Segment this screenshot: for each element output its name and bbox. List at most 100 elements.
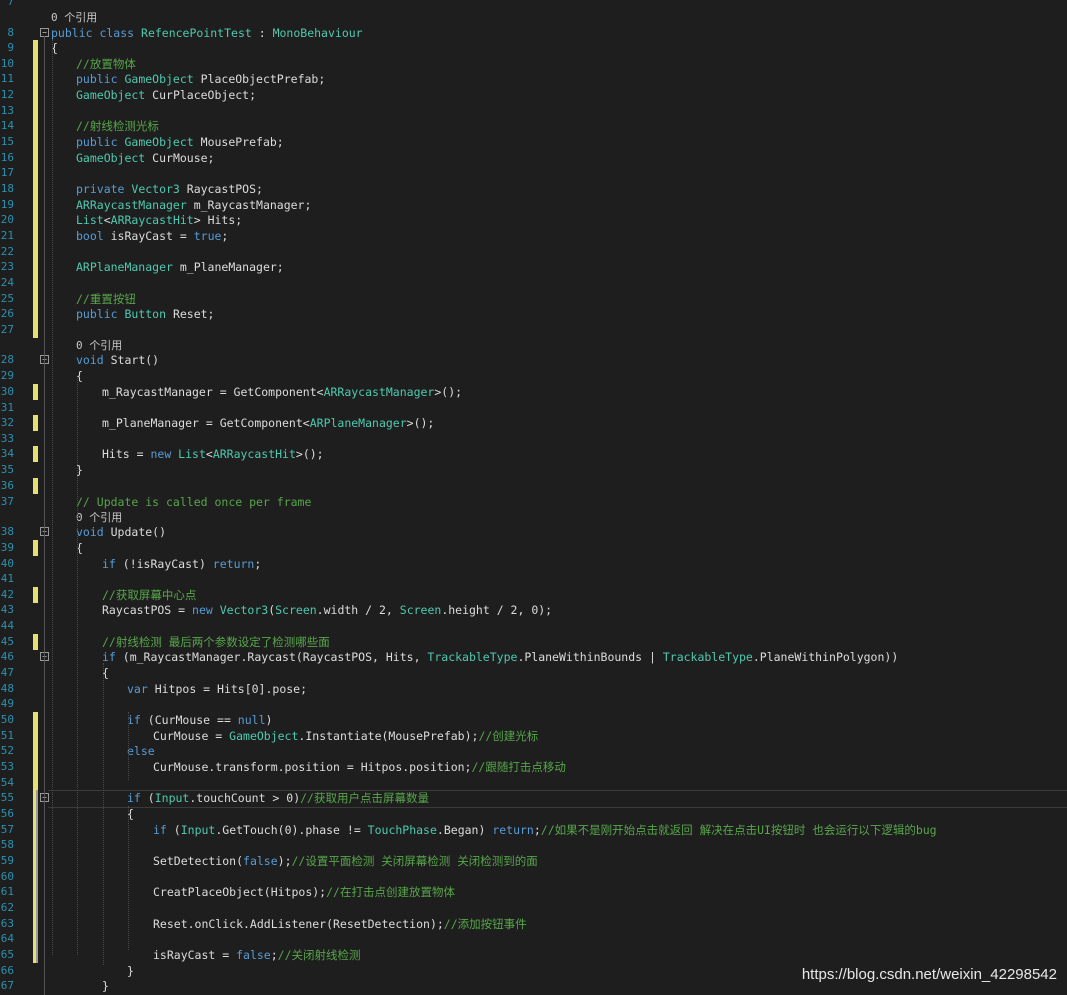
code-token: CurMouse.transform.position = Hitpos.pos… xyxy=(153,760,472,774)
code-line[interactable]: 12 GameObject CurPlaceObject; xyxy=(0,87,1067,103)
code-line[interactable]: 28− void Start() xyxy=(0,352,1067,368)
code-line[interactable]: 25 //重置按钮 xyxy=(0,291,1067,307)
code-line[interactable]: 50 if (CurMouse == null) xyxy=(0,712,1067,728)
code-line[interactable]: 11 public GameObject PlaceObjectPrefab; xyxy=(0,71,1067,87)
codelens-reference[interactable]: 0 个引用 xyxy=(51,9,97,26)
code-line[interactable]: 16 GameObject CurMouse; xyxy=(0,150,1067,166)
code-line[interactable]: 59 SetDetection(false);//设置平面检测 关闭屏幕检测 关闭… xyxy=(0,853,1067,869)
code-token: >(); xyxy=(406,416,435,430)
code-line[interactable]: 34 Hits = new List<ARRaycastHit>(); xyxy=(0,446,1067,462)
code-line[interactable]: 61 CreatPlaceObject(Hitpos);//在打击点创建放置物体 xyxy=(0,884,1067,900)
code-line[interactable]: 33 xyxy=(0,431,1067,447)
code-line[interactable]: 64 xyxy=(0,931,1067,947)
code-line[interactable]: 65 isRayCast = false;//关闭射线检测 xyxy=(0,947,1067,963)
line-number: 16 xyxy=(0,151,14,164)
line-number: 64 xyxy=(0,932,14,945)
code-line[interactable]: 9{ xyxy=(0,40,1067,56)
code-line[interactable]: 32 m_PlaneManager = GetComponent<ARPlaneM… xyxy=(0,415,1067,431)
code-line[interactable]: 39{ xyxy=(0,540,1067,556)
code-comment: //获取屏幕中心点 xyxy=(102,588,197,602)
code-line[interactable]: 58 xyxy=(0,837,1067,853)
code-line[interactable]: 47{ xyxy=(0,665,1067,681)
code-keyword: public xyxy=(76,307,125,321)
code-line[interactable]: 8− public class RefencePointTest : MonoBe… xyxy=(0,25,1067,41)
code-line[interactable]: 36 xyxy=(0,478,1067,494)
code-line[interactable]: 13 xyxy=(0,103,1067,119)
code-type: GameObject xyxy=(124,72,194,86)
code-line[interactable]: 53 CurMouse.transform.position = Hitpos.p… xyxy=(0,759,1067,775)
code-editor[interactable]: 70 个引用 8− public class RefencePointTest : … xyxy=(0,0,1067,995)
code-line[interactable]: 15 public GameObject MousePrefab; xyxy=(0,134,1067,150)
code-line[interactable]: 27 xyxy=(0,322,1067,338)
code-comment: //射线检测 最后两个参数设定了检测哪些面 xyxy=(102,635,330,649)
code-line[interactable]: 14 //射线检测光标 xyxy=(0,118,1067,134)
code-line[interactable]: 49 xyxy=(0,696,1067,712)
code-line[interactable]: 42 //获取屏幕中心点 xyxy=(0,587,1067,603)
code-token: < xyxy=(205,447,213,461)
code-line[interactable]: 51 CurMouse = GameObject.Instantiate(Mous… xyxy=(0,728,1067,744)
code-line[interactable]: 52 else xyxy=(0,743,1067,759)
code-line[interactable]: 55− if (Input.touchCount > 0)//获取用户点击屏幕数量 xyxy=(0,790,1067,808)
code-line[interactable]: 21 bool isRayCast = true; xyxy=(0,228,1067,244)
code-line[interactable]: 56{ xyxy=(0,806,1067,822)
reference-count-row[interactable]: 0 个引用 xyxy=(0,509,1067,525)
code-line[interactable]: 30 m_RaycastManager = GetComponent<ARRayc… xyxy=(0,384,1067,400)
code-line[interactable]: 48 var Hitpos = Hits[0].pose; xyxy=(0,681,1067,697)
line-number: 25 xyxy=(0,292,14,305)
reference-count-row[interactable]: 0 个引用 xyxy=(0,9,1067,25)
code-line[interactable]: 35} xyxy=(0,462,1067,478)
code-type: TrackableType xyxy=(662,650,753,664)
change-indicator-bar xyxy=(33,806,36,822)
code-line[interactable]: 57 if (Input.GetTouch(0).phase != TouchPh… xyxy=(0,822,1067,838)
line-number: 17 xyxy=(0,166,14,179)
change-indicator-bar xyxy=(33,56,38,72)
code-line[interactable]: 19 ARRaycastManager m_RaycastManager; xyxy=(0,197,1067,213)
code-line[interactable]: 29{ xyxy=(0,368,1067,384)
code-token: } xyxy=(127,964,134,978)
code-type: GameObject xyxy=(124,135,194,149)
indent-guide xyxy=(52,40,53,955)
code-keyword: else xyxy=(127,744,155,758)
code-line[interactable]: 40 if (!isRayCast) return; xyxy=(0,556,1067,572)
code-text: m_PlaneManager = GetComponent<ARPlaneMan… xyxy=(102,415,434,431)
code-token: .height / 2, 0); xyxy=(441,603,553,617)
indent-guide xyxy=(128,712,129,780)
code-text: GameObject CurPlaceObject; xyxy=(76,87,256,103)
code-line[interactable]: 46− if (m_RaycastManager.Raycast(RaycastP… xyxy=(0,649,1067,665)
fold-connector xyxy=(44,36,45,995)
code-line[interactable]: 63 Reset.onClick.AddListener(ResetDetecti… xyxy=(0,916,1067,932)
change-indicator-bar xyxy=(33,306,38,322)
code-line[interactable]: 45 //射线检测 最后两个参数设定了检测哪些面 xyxy=(0,634,1067,650)
code-line[interactable]: 37 // Update is called once per frame xyxy=(0,494,1067,510)
code-token: Update() xyxy=(103,525,167,539)
line-number: 18 xyxy=(0,182,14,195)
code-line[interactable]: 60 xyxy=(0,869,1067,885)
code-comment: //重置按钮 xyxy=(76,292,136,306)
code-text: isRayCast = false;//关闭射线检测 xyxy=(153,947,361,963)
code-line[interactable]: 43 RaycastPOS = new Vector3(Screen.width … xyxy=(0,602,1067,618)
code-line[interactable]: 17 xyxy=(0,165,1067,181)
code-line[interactable]: 44 xyxy=(0,618,1067,634)
code-token: isRayCast = xyxy=(153,948,237,962)
code-line[interactable]: 41 xyxy=(0,571,1067,587)
code-line[interactable]: 26 public Button Reset; xyxy=(0,306,1067,322)
code-line[interactable]: 18 private Vector3 RaycastPOS; xyxy=(0,181,1067,197)
reference-count-row[interactable]: 0 个引用 xyxy=(0,337,1067,353)
code-line[interactable]: 31 xyxy=(0,400,1067,416)
code-text: Hits = new List<ARRaycastHit>(); xyxy=(102,446,324,462)
code-line[interactable]: 54 xyxy=(0,775,1067,791)
code-keyword: if xyxy=(102,557,116,571)
code-line[interactable]: 23 ARPlaneManager m_PlaneManager; xyxy=(0,259,1067,275)
line-number: 27 xyxy=(0,323,14,336)
line-number: 42 xyxy=(0,588,14,601)
code-token: m_RaycastManager; xyxy=(186,198,312,212)
code-text: //射线检测 最后两个参数设定了检测哪些面 xyxy=(102,634,330,650)
code-line[interactable]: 24 xyxy=(0,275,1067,291)
code-line[interactable]: 22 xyxy=(0,244,1067,260)
code-line[interactable]: 20 List<ARRaycastHit> Hits; xyxy=(0,212,1067,228)
line-number: 63 xyxy=(0,917,14,930)
code-token: 0 个引用 xyxy=(76,511,123,524)
code-line[interactable]: 10 //放置物体 xyxy=(0,56,1067,72)
code-line[interactable]: 62 xyxy=(0,900,1067,916)
code-line[interactable]: 38− void Update() xyxy=(0,524,1067,540)
